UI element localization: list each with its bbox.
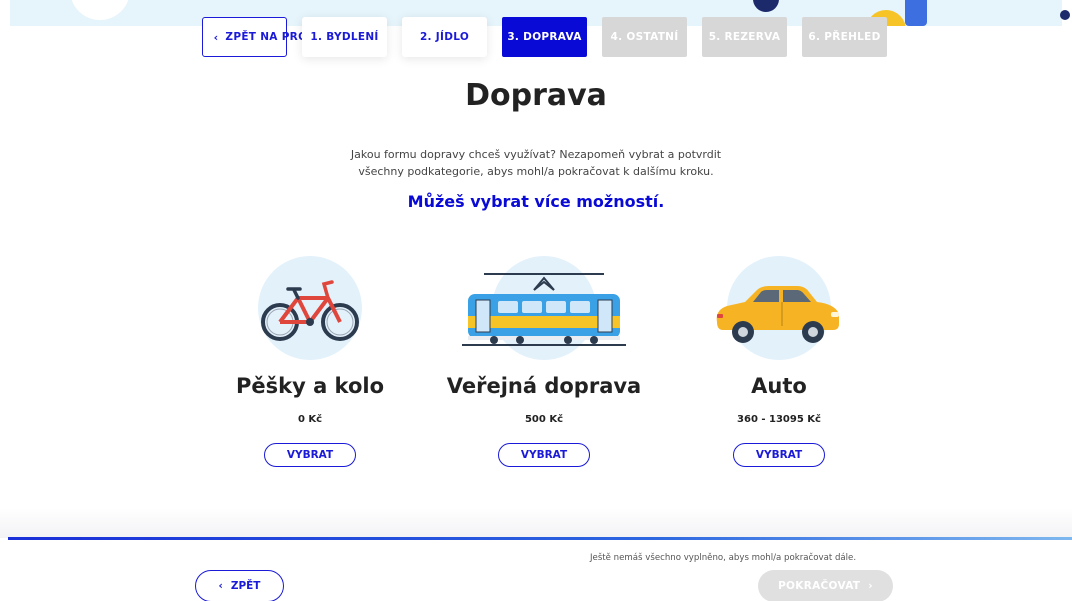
step-rezerva: 5. REZERVA [702,17,787,57]
step-prehled: 6. PŘEHLED [802,17,887,57]
back-button-label: ZPĚT [230,580,261,592]
back-button[interactable]: ‹ ZPĚT [195,570,284,601]
back-to-profession-button[interactable]: ‹ ZPĚT NA PROFESI [202,17,335,57]
tram-icon [462,256,626,360]
bicycle-icon [258,256,362,360]
decor-dot [1060,10,1070,20]
step-ostatni: 4. OSTATNÍ [602,17,687,57]
incomplete-notice: Ještě nemáš všechno vyplněno, abys mohl/… [590,553,857,563]
page-title: Doprava [465,78,607,113]
select-public-transport-button[interactable]: VYBRAT [498,443,590,467]
option-price: 360 - 13095 Kč [737,414,821,425]
footer-divider [8,537,1072,540]
chevron-left-icon: ‹ [218,580,223,592]
chevron-left-icon: ‹ [213,30,219,44]
step-jidlo[interactable]: 2. JÍDLO [402,17,487,57]
continue-button[interactable]: POKRAČOVAT › [758,570,893,601]
decor-blob-blue [905,0,927,26]
continue-button-label: POKRAČOVAT [778,580,861,592]
option-card-bike: Pěšky a kolo 0 Kč VYBRAT [210,256,410,467]
page-description: Jakou formu dopravy chceš využívat? Neza… [350,148,722,178]
step-navigation: ‹ ZPĚT NA PROFESI 1. BYDLENÍ 2. JÍDLO 3.… [202,17,887,57]
multi-select-hint: Můžeš vybrat více možností. [407,192,665,211]
step-doprava[interactable]: 3. DOPRAVA [502,17,587,57]
step-bydleni[interactable]: 1. BYDLENÍ [302,17,387,57]
option-card-public-transport: Veřejná doprava 500 Kč VYBRAT [444,256,644,467]
car-icon [716,256,839,360]
footer-shadow [0,508,1072,538]
option-card-car: Auto 360 - 13095 Kč VYBRAT [679,256,879,467]
select-bike-button[interactable]: VYBRAT [264,443,356,467]
chevron-right-icon: › [868,580,873,592]
option-name: Auto [751,374,807,398]
select-car-button[interactable]: VYBRAT [733,443,825,467]
option-name: Veřejná doprava [446,374,642,398]
back-to-profession-label: ZPĚT NA PROFESI [225,31,335,43]
option-name: Pěšky a kolo [235,374,385,398]
option-price: 500 Kč [524,414,564,425]
option-price: 0 Kč [297,414,323,425]
